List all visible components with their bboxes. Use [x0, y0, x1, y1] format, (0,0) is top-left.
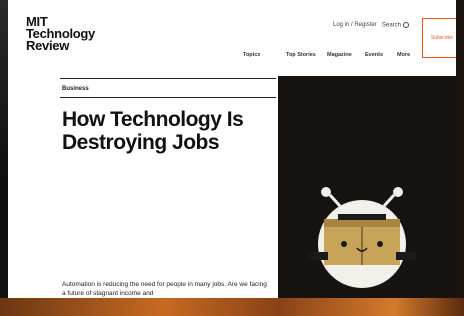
- nav-item-topics[interactable]: Topics: [243, 52, 260, 58]
- robot-illustration: [308, 187, 416, 288]
- subscribe-button[interactable]: Subscribe: [422, 18, 456, 58]
- logo-line-3: Review: [26, 38, 70, 53]
- site-logo[interactable]: MIT Technology Review: [26, 15, 95, 53]
- hero-image: [278, 76, 456, 298]
- nav-item-more[interactable]: More: [397, 52, 410, 58]
- search-link[interactable]: Search: [382, 22, 410, 29]
- search-label: Search: [382, 22, 402, 29]
- browser-page: MIT Technology Review Log in / Register …: [8, 0, 456, 298]
- bottom-glow: [0, 298, 464, 316]
- nav-item-top-stories[interactable]: Top Stories: [286, 52, 316, 58]
- divider-category: [60, 97, 276, 98]
- divider-top: [60, 78, 276, 79]
- search-icon: [403, 22, 410, 28]
- login-register-link[interactable]: Log in / Register: [333, 22, 377, 28]
- article-deck: Automation is reducing the need for peop…: [62, 281, 267, 297]
- article-headline: How Technology Is Destroying Jobs: [62, 108, 244, 154]
- category-label[interactable]: Business: [62, 86, 89, 92]
- nav-item-magazine[interactable]: Magazine: [327, 52, 352, 58]
- nav-item-events[interactable]: Events: [365, 52, 383, 58]
